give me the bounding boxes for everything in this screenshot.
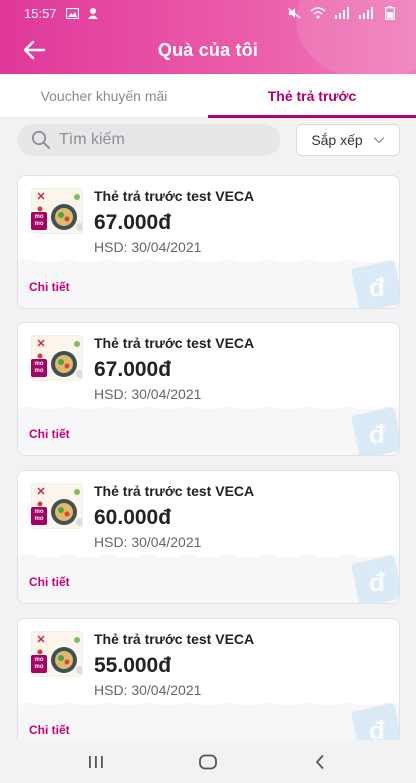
card-expiry: HSD: 30/04/2021 xyxy=(94,239,202,255)
prepaid-card[interactable]: mo mo Thẻ trả trước test VECA 55.000đ HSD… xyxy=(17,618,400,740)
momo-logo: mo mo xyxy=(31,507,47,525)
svg-text:đ: đ xyxy=(369,567,385,597)
svg-text:đ: đ xyxy=(369,715,385,740)
status-time: 15:57 xyxy=(24,5,57,21)
app-header: 15:57 Quà của tôi xyxy=(0,0,416,74)
prepaid-card[interactable]: mo mo Thẻ trả trước test VECA 60.000đ HSD… xyxy=(17,470,400,604)
wave-divider xyxy=(18,702,399,711)
prepaid-card[interactable]: mo mo Thẻ trả trước test VECA 67.000đ HSD… xyxy=(17,175,400,309)
svg-text:đ: đ xyxy=(369,272,385,302)
sort-label: Sắp xếp xyxy=(311,132,363,148)
wave-divider xyxy=(18,554,399,563)
search-row: Sắp xếp xyxy=(0,118,416,162)
page-title: Quà của tôi xyxy=(157,40,259,60)
signal-2-icon xyxy=(358,6,374,20)
wave-divider xyxy=(18,406,399,415)
momo-logo: mo mo xyxy=(31,212,47,230)
card-footer xyxy=(18,262,399,308)
card-expiry: HSD: 30/04/2021 xyxy=(94,386,202,402)
prepaid-card[interactable]: mo mo Thẻ trả trước test VECA 67.000đ HSD… xyxy=(17,322,400,456)
gallery-icon xyxy=(65,6,81,20)
status-right-icons xyxy=(286,6,402,20)
back-nav-button[interactable] xyxy=(300,747,340,777)
card-title: Thẻ trả trước test VECA xyxy=(94,188,255,204)
card-price: 67.000đ xyxy=(94,358,172,381)
search-icon xyxy=(31,130,50,149)
detail-link[interactable]: Chi tiết xyxy=(29,723,70,737)
chevron-down-icon xyxy=(373,137,385,144)
battery-icon xyxy=(382,6,398,20)
detail-link[interactable]: Chi tiết xyxy=(29,280,70,294)
card-footer xyxy=(18,557,399,603)
status-bar: 15:57 xyxy=(0,0,416,26)
card-title: Thẻ trả trước test VECA xyxy=(94,483,255,499)
currency-watermark-icon: đ xyxy=(351,407,399,455)
card-list[interactable]: mo mo Thẻ trả trước test VECA 67.000đ HSD… xyxy=(0,162,416,740)
card-price: 55.000đ xyxy=(94,654,172,677)
sort-dropdown[interactable]: Sắp xếp xyxy=(296,124,400,156)
card-price: 67.000đ xyxy=(94,211,172,234)
tab-bar: Voucher khuyến mãi Thẻ trả trước xyxy=(0,74,416,118)
card-expiry: HSD: 30/04/2021 xyxy=(94,534,202,550)
chevron-left-icon xyxy=(315,754,324,769)
recents-button[interactable] xyxy=(76,747,116,777)
system-nav-bar xyxy=(0,740,416,783)
search-box[interactable] xyxy=(17,124,280,156)
card-footer xyxy=(18,409,399,455)
svg-text:đ: đ xyxy=(369,419,385,449)
currency-watermark-icon: đ xyxy=(351,703,399,740)
search-input[interactable] xyxy=(59,131,259,149)
currency-watermark-icon: đ xyxy=(351,260,399,308)
signal-icon xyxy=(334,6,350,20)
momo-logo: mo mo xyxy=(31,359,47,377)
card-price: 60.000đ xyxy=(94,506,172,529)
momo-logo: mo mo xyxy=(31,655,47,673)
card-expiry: HSD: 30/04/2021 xyxy=(94,682,202,698)
home-icon xyxy=(199,754,217,769)
home-button[interactable] xyxy=(188,747,228,777)
currency-watermark-icon: đ xyxy=(351,555,399,603)
recents-icon xyxy=(89,755,103,768)
tab-voucher[interactable]: Voucher khuyến mãi xyxy=(0,74,208,117)
wave-divider xyxy=(18,259,399,268)
tab-prepaid-card[interactable]: Thẻ trả trước xyxy=(208,74,416,118)
detail-link[interactable]: Chi tiết xyxy=(29,575,70,589)
wifi-icon xyxy=(310,6,326,20)
card-title: Thẻ trả trước test VECA xyxy=(94,631,255,647)
notification-app-icon xyxy=(85,6,101,20)
card-title: Thẻ trả trước test VECA xyxy=(94,335,255,351)
detail-link[interactable]: Chi tiết xyxy=(29,427,70,441)
mute-icon xyxy=(286,6,302,20)
